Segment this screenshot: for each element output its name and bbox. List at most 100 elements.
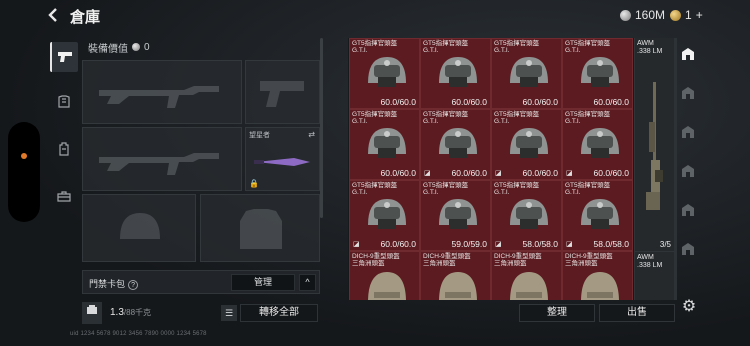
inventory-item-sniper[interactable]: AWM .338 LM 3/5 <box>634 38 674 251</box>
inventory-item-helmet[interactable]: GT5指揮官頭盔 G.T.I. 60.0/60.0 ◪ <box>491 109 562 180</box>
inventory-item-helmet[interactable]: GT5指揮官頭盔 G.T.I. 58.0/58.0 ◪ <box>562 180 633 251</box>
sell-button[interactable]: 出售 <box>599 304 675 322</box>
inventory-item-helmet[interactable]: GT5指揮官頭盔 G.T.I. 58.0/58.0 ◪ <box>491 180 562 251</box>
camera-indicator-dot <box>21 153 27 159</box>
inventory-item-helmet[interactable]: GT5指揮官頭盔 G.T.I. 60.0/60.0 <box>420 38 491 109</box>
armor-slot[interactable] <box>200 194 320 262</box>
helmet-icon <box>581 272 619 300</box>
helmet-slot[interactable] <box>82 194 196 262</box>
pistol-silhouette-icon <box>260 81 304 107</box>
primary-weapon-slot[interactable] <box>82 60 242 124</box>
inventory-item-helmet[interactable]: GT5指揮官頭盔 G.T.I. 59.0/59.0 <box>420 180 491 251</box>
category-armor[interactable] <box>50 85 78 119</box>
item-durability: 60.0/60.0 <box>522 97 558 107</box>
manage-button[interactable]: 管理 <box>231 274 295 291</box>
inventory-item-helmet[interactable]: GT5指揮官頭盔 G.T.I. 60.0/60.0 ◪ <box>420 109 491 180</box>
item-durability: 60.0/60.0 <box>380 239 416 249</box>
helmet-icon <box>510 272 548 300</box>
item-name: GT5指揮官頭盔 G.T.I. <box>352 111 397 125</box>
item-name-line1: DICH-9重型頭盔 <box>352 253 400 260</box>
item-name: DICH-9重型頭盔 三角洲頭盔 <box>423 253 471 267</box>
inventory-item-helmet[interactable]: GT5指揮官頭盔 G.T.I. 60.0/60.0 ◪ <box>562 109 633 180</box>
tab-warehouse-3[interactable] <box>678 122 698 156</box>
item-name: GT5指揮官頭盔 G.T.I. <box>423 40 468 54</box>
inventory-item-helmet[interactable]: DICH-9重型頭盔 三角洲頭盔 <box>491 251 562 300</box>
transfer-all-button[interactable]: 轉移全部 <box>240 304 318 322</box>
item-name-line1: GT5指揮官頭盔 <box>565 40 611 47</box>
tab-warehouse-4[interactable] <box>678 161 698 195</box>
inventory-item-helmet[interactable]: GT5指揮官頭盔 G.T.I. 60.0/60.0 ◪ <box>349 180 420 251</box>
helmet-silhouette-icon <box>120 213 160 239</box>
lock-icon: 🔒 <box>249 179 259 188</box>
toolbox-icon <box>57 191 71 202</box>
expand-button[interactable]: ^ <box>299 274 316 291</box>
item-name: GT5指揮官頭盔 G.T.I. <box>423 182 468 196</box>
item-durability: 60.0/60.0 <box>522 168 558 178</box>
inventory-item-helmet[interactable]: DICH-9重型頭盔 三角洲頭盔 <box>349 251 420 300</box>
swap-icon[interactable]: ⇄ <box>308 130 315 139</box>
item-name-line1: GT5指揮官頭盔 <box>352 111 398 118</box>
helmet-icon <box>368 199 406 229</box>
item-name-line1: GT5指揮官頭盔 <box>494 111 540 118</box>
helmet-icon <box>510 199 548 229</box>
secondary-weapon-slot[interactable] <box>82 127 242 191</box>
inventory-scrollbar[interactable] <box>674 38 677 300</box>
item-name-line1: GT5指揮官頭盔 <box>494 182 540 189</box>
tab-warehouse-1[interactable] <box>678 44 698 78</box>
access-card-title: 門禁卡包 <box>89 279 126 289</box>
inventory-item-helmet[interactable]: GT5指揮官頭盔 G.T.I. 60.0/60.0 <box>562 38 633 109</box>
gold-currency[interactable]: 1 + <box>670 8 703 22</box>
weight-max: /88千克 <box>123 308 152 317</box>
helmet-icon <box>439 128 477 158</box>
inventory-item-helmet[interactable]: GT5指揮官頭盔 G.T.I. 60.0/60.0 <box>349 109 420 180</box>
item-flag-icon: ◪ <box>424 170 431 177</box>
settings-gear-icon[interactable]: ⚙ <box>680 298 698 316</box>
item-name: GT5指揮官頭盔 G.T.I. <box>494 111 539 125</box>
helmet-icon <box>368 57 406 87</box>
list-icon[interactable]: ☰ <box>221 305 237 321</box>
sniper-name: AWM .338 LM <box>637 40 662 56</box>
rifle-silhouette-icon <box>99 86 219 108</box>
melee-slot[interactable]: 望星者 ⇄ 🔒 <box>245 127 320 191</box>
tab-warehouse-5[interactable] <box>678 200 698 234</box>
item-name: GT5指揮官頭盔 G.T.I. <box>565 111 610 125</box>
item-flag-icon: ◪ <box>495 170 502 177</box>
helmet-icon <box>439 199 477 229</box>
warehouse-tabs <box>678 44 698 278</box>
sniper2-name-line1: AWM <box>637 254 654 261</box>
equipment-value-label: 裝備價值 <box>88 43 128 55</box>
inventory-item-helmet[interactable]: GT5指揮官頭盔 G.T.I. 60.0/60.0 <box>349 38 420 109</box>
equipment-scrollbar[interactable] <box>320 38 323 218</box>
category-weapons[interactable] <box>50 42 78 72</box>
help-icon[interactable]: ? <box>128 280 139 290</box>
arrange-button[interactable]: 整理 <box>519 304 595 322</box>
item-name-line1: DICH-9重型頭盔 <box>565 253 613 260</box>
item-name-line1: GT5指揮官頭盔 <box>423 182 469 189</box>
helmet-icon <box>439 272 477 300</box>
inventory-item-helmet[interactable]: GT5指揮官頭盔 G.T.I. 60.0/60.0 <box>491 38 562 109</box>
category-backpack[interactable] <box>50 132 78 166</box>
pistol-slot[interactable] <box>245 60 320 124</box>
item-name: GT5指揮官頭盔 G.T.I. <box>494 182 539 196</box>
inventory-item-helmet[interactable]: DICH-9重型頭盔 三角洲頭盔 <box>420 251 491 300</box>
back-arrow-icon[interactable] <box>44 6 64 26</box>
category-tools[interactable] <box>50 179 78 213</box>
device-side-pill <box>8 122 40 222</box>
melee-item-name: 望星者 <box>249 132 270 139</box>
tab-warehouse-2[interactable] <box>678 83 698 117</box>
inventory-item-helmet[interactable]: DICH-9重型頭盔 三角洲頭盔 <box>562 251 633 300</box>
page-title: 倉庫 <box>70 9 101 26</box>
sniper-name-line1: AWM <box>637 40 654 47</box>
inventory-item-sniper-2[interactable]: AWM .338 LM <box>634 251 674 300</box>
item-name: GT5指揮官頭盔 G.T.I. <box>352 182 397 196</box>
helmet-icon <box>510 57 548 87</box>
weight-current: 1.3 <box>110 307 124 318</box>
warehouse-icon <box>682 165 694 177</box>
item-name-line1: GT5指揮官頭盔 <box>423 40 469 47</box>
sniper2-name-line2: .338 LM <box>637 262 663 269</box>
tab-warehouse-6[interactable] <box>678 239 698 273</box>
add-gold-button[interactable]: + <box>696 8 703 22</box>
item-name: GT5指揮官頭盔 G.T.I. <box>352 40 397 54</box>
item-durability: 58.0/58.0 <box>593 239 629 249</box>
footer-uid: uid 1234 5678 9012 3456 7890 0000 1234 5… <box>70 331 207 337</box>
